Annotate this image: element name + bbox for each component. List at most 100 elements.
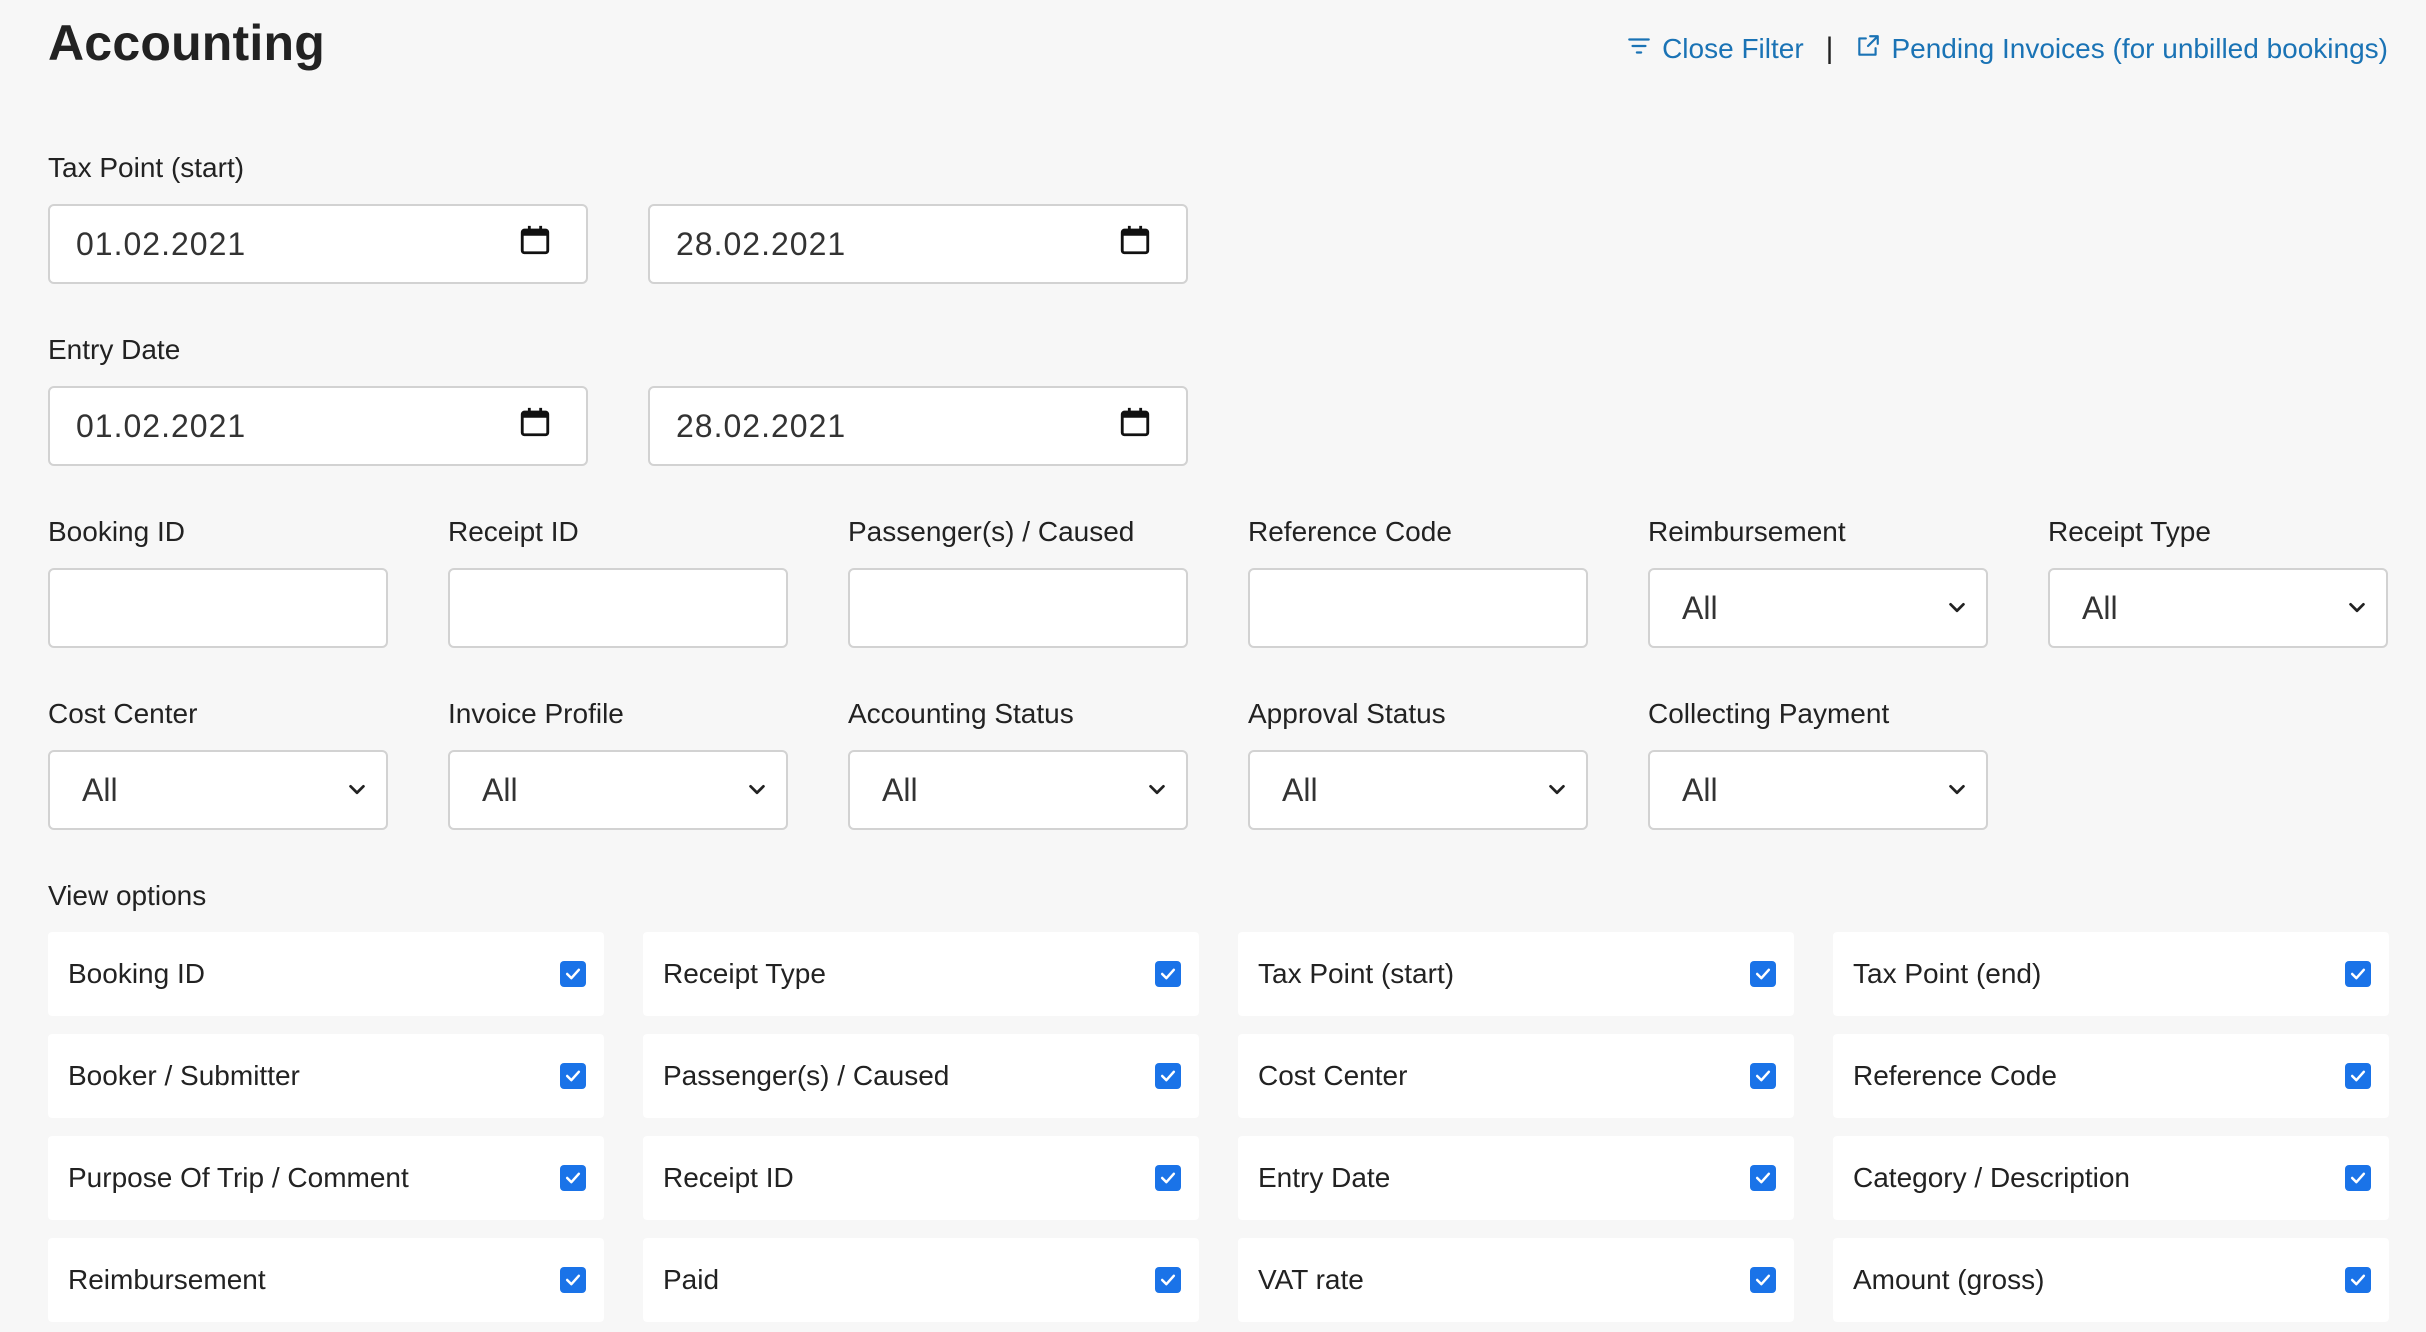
view-option-tax-point-end[interactable]: Tax Point (end) <box>1833 932 2389 1016</box>
tax-point-to-input[interactable]: 28.02.2021 <box>648 204 1188 284</box>
view-option-label: Booking ID <box>68 958 205 989</box>
checkbox-checked[interactable] <box>2345 1063 2371 1089</box>
view-option-cost-center[interactable]: Cost Center <box>1238 1034 1794 1118</box>
collecting-payment-label: Collecting Payment <box>1648 698 1890 729</box>
checkbox-checked[interactable] <box>2345 1165 2371 1191</box>
view-option-label: Booker / Submitter <box>68 1060 300 1091</box>
view-option-label: Reimbursement <box>68 1264 266 1295</box>
collecting-payment-select[interactable]: All <box>1648 750 1988 830</box>
view-option-paid[interactable]: Paid <box>643 1238 1199 1322</box>
checkbox-checked[interactable] <box>1750 1165 1776 1191</box>
entry-date-from-value: 01.02.2021 <box>76 407 247 444</box>
reference-code-input[interactable] <box>1248 568 1588 648</box>
filter-icon <box>1626 33 1652 66</box>
pending-invoices-link[interactable]: Pending Invoices (for unbilled bookings) <box>1855 33 2388 66</box>
approval-status-select[interactable]: All <box>1248 750 1588 830</box>
accounting-status-value: All <box>882 771 918 808</box>
view-option-tax-point-start[interactable]: Tax Point (start) <box>1238 932 1794 1016</box>
view-option-label: Paid <box>663 1264 720 1295</box>
cost-center-value: All <box>82 771 118 808</box>
passengers-label: Passenger(s) / Caused <box>848 516 1135 547</box>
chevron-down-icon <box>1946 772 1968 809</box>
collecting-payment-value: All <box>1682 771 1718 808</box>
view-options-label: View options <box>48 880 207 911</box>
calendar-icon[interactable] <box>518 223 552 265</box>
view-option-reimbursement[interactable]: Reimbursement <box>48 1238 604 1322</box>
view-option-label: Cost Center <box>1258 1060 1408 1091</box>
view-option-purpose-of-trip[interactable]: Purpose Of Trip / Comment <box>48 1136 604 1220</box>
view-option-booker-submitter[interactable]: Booker / Submitter <box>48 1034 604 1118</box>
checkbox-checked[interactable] <box>560 1165 586 1191</box>
view-option-receipt-id[interactable]: Receipt ID <box>643 1136 1199 1220</box>
pending-invoices-label: Pending Invoices (for unbilled bookings) <box>1891 33 2388 64</box>
tax-point-to-value: 28.02.2021 <box>676 225 847 262</box>
checkbox-checked[interactable] <box>2345 1267 2371 1293</box>
chevron-down-icon <box>1146 772 1168 809</box>
calendar-icon[interactable] <box>1118 405 1152 447</box>
receipt-id-input[interactable] <box>448 568 788 648</box>
view-option-label: Reference Code <box>1853 1060 2057 1091</box>
chevron-down-icon <box>1546 772 1568 809</box>
accounting-page: Accounting Close Filter | Pending Invoic… <box>0 0 2426 1332</box>
receipt-type-label: Receipt Type <box>2048 516 2211 547</box>
passengers-input[interactable] <box>848 568 1188 648</box>
view-option-entry-date[interactable]: Entry Date <box>1238 1136 1794 1220</box>
cost-center-label: Cost Center <box>48 698 198 729</box>
checkbox-checked[interactable] <box>560 961 586 987</box>
receipt-id-label: Receipt ID <box>448 516 579 547</box>
view-option-label: Category / Description <box>1853 1162 2131 1193</box>
close-filter-link[interactable]: Close Filter <box>1626 33 1804 66</box>
entry-date-from-input[interactable]: 01.02.2021 <box>48 386 588 466</box>
view-option-reference-code[interactable]: Reference Code <box>1833 1034 2389 1118</box>
checkbox-checked[interactable] <box>1750 1063 1776 1089</box>
booking-id-input[interactable] <box>48 568 388 648</box>
view-option-label: Receipt ID <box>663 1162 794 1193</box>
link-separator: | <box>1825 32 1834 65</box>
checkbox-checked[interactable] <box>1155 961 1181 987</box>
tax-point-from-input[interactable]: 01.02.2021 <box>48 204 588 284</box>
view-option-category-description[interactable]: Category / Description <box>1833 1136 2389 1220</box>
entry-date-to-input[interactable]: 28.02.2021 <box>648 386 1188 466</box>
checkbox-checked[interactable] <box>1750 961 1776 987</box>
checkbox-checked[interactable] <box>1155 1267 1181 1293</box>
checkbox-checked[interactable] <box>560 1267 586 1293</box>
checkbox-checked[interactable] <box>1155 1063 1181 1089</box>
receipt-type-value: All <box>2082 589 2118 626</box>
view-option-label: Passenger(s) / Caused <box>663 1060 950 1091</box>
checkbox-checked[interactable] <box>1750 1267 1776 1293</box>
view-option-label: Entry Date <box>1258 1162 1391 1193</box>
reimbursement-select[interactable]: All <box>1648 568 1988 648</box>
close-filter-label: Close Filter <box>1662 33 1804 64</box>
invoice-profile-value: All <box>482 771 518 808</box>
view-option-label: Tax Point (start) <box>1258 958 1455 989</box>
view-option-amount-gross[interactable]: Amount (gross) <box>1833 1238 2389 1322</box>
checkbox-checked[interactable] <box>560 1063 586 1089</box>
external-link-icon <box>1855 33 1881 66</box>
accounting-status-label: Accounting Status <box>848 698 1074 729</box>
calendar-icon[interactable] <box>1118 223 1152 265</box>
calendar-icon[interactable] <box>518 405 552 447</box>
view-option-receipt-type[interactable]: Receipt Type <box>643 932 1199 1016</box>
accounting-status-select[interactable]: All <box>848 750 1188 830</box>
view-option-vat-rate[interactable]: VAT rate <box>1238 1238 1794 1322</box>
view-option-label: Tax Point (end) <box>1853 958 2042 989</box>
chevron-down-icon <box>746 772 768 809</box>
view-option-label: Receipt Type <box>663 958 826 989</box>
invoice-profile-label: Invoice Profile <box>448 698 624 729</box>
cost-center-select[interactable]: All <box>48 750 388 830</box>
view-option-label: Amount (gross) <box>1853 1264 2045 1295</box>
entry-date-to-value: 28.02.2021 <box>676 407 847 444</box>
reimbursement-value: All <box>1682 589 1718 626</box>
reimbursement-label: Reimbursement <box>1648 516 1846 547</box>
view-option-label: Purpose Of Trip / Comment <box>68 1162 409 1193</box>
tax-point-from-value: 01.02.2021 <box>76 225 247 262</box>
receipt-type-select[interactable]: All <box>2048 568 2388 648</box>
checkbox-checked[interactable] <box>1155 1165 1181 1191</box>
chevron-down-icon <box>2346 590 2368 627</box>
view-option-passengers[interactable]: Passenger(s) / Caused <box>643 1034 1199 1118</box>
view-option-booking-id[interactable]: Booking ID <box>48 932 604 1016</box>
checkbox-checked[interactable] <box>2345 961 2371 987</box>
approval-status-label: Approval Status <box>1248 698 1446 729</box>
page-title: Accounting <box>48 15 325 71</box>
invoice-profile-select[interactable]: All <box>448 750 788 830</box>
